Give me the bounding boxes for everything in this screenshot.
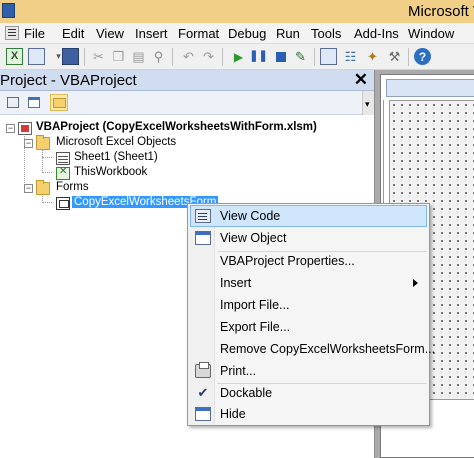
menu-item-label: Export File... bbox=[220, 320, 291, 334]
tree-label: Microsoft Excel Objects bbox=[56, 136, 177, 148]
tree-connector bbox=[42, 148, 43, 173]
menu-item-dockable[interactable]: ✔ Dockable bbox=[190, 382, 427, 404]
view-object-button[interactable] bbox=[25, 94, 43, 111]
reset-icon[interactable] bbox=[272, 48, 289, 65]
copy-icon[interactable]: ❐ bbox=[110, 48, 127, 65]
menu-item-view-code[interactable]: View Code bbox=[190, 205, 427, 227]
collapse-toggle[interactable]: − bbox=[6, 124, 15, 133]
folder-icon bbox=[36, 180, 50, 195]
hide-icon bbox=[195, 407, 211, 421]
menu-item-vbaproject-properties[interactable]: VBAProject Properties... bbox=[190, 250, 427, 272]
menu-item-label: Import File... bbox=[220, 298, 290, 312]
menu-item-insert[interactable]: Insert bbox=[190, 272, 427, 294]
menu-item-label: VBAProject Properties... bbox=[220, 254, 355, 268]
toggle-folders-button[interactable] bbox=[50, 94, 68, 111]
menu-format[interactable]: Format bbox=[178, 26, 219, 41]
menu-item-import-file[interactable]: Import File... bbox=[190, 294, 427, 316]
menu-debug[interactable]: Debug bbox=[228, 26, 266, 41]
menu-item-print[interactable]: Print... bbox=[190, 360, 427, 382]
break-icon[interactable]: ❚❚ bbox=[249, 48, 267, 65]
title-bar: Microsoft V bbox=[0, 0, 474, 23]
print-icon bbox=[195, 362, 211, 378]
design-mode-icon[interactable]: ✎ bbox=[292, 48, 309, 65]
excel-icon[interactable]: X bbox=[6, 48, 23, 65]
menu-run[interactable]: Run bbox=[276, 26, 300, 41]
menu-item-label: View Object bbox=[220, 231, 287, 245]
cut-icon[interactable]: ✂ bbox=[90, 48, 107, 65]
paste-icon[interactable]: ▤ bbox=[130, 48, 147, 65]
find-icon[interactable]: ⚲ bbox=[150, 48, 167, 65]
view-code-icon bbox=[195, 209, 211, 223]
workbook-icon bbox=[56, 166, 70, 180]
view-code-icon bbox=[7, 97, 19, 108]
tree-label: ThisWorkbook bbox=[74, 166, 148, 178]
run-icon[interactable]: ▶ bbox=[230, 48, 247, 65]
tree-connector bbox=[42, 172, 52, 173]
checkmark-icon: ✔ bbox=[197, 385, 209, 400]
menu-item-label: Print... bbox=[220, 364, 257, 378]
menu-window[interactable]: Window bbox=[408, 26, 454, 41]
save-icon[interactable] bbox=[62, 48, 79, 65]
tree-connector bbox=[42, 202, 52, 203]
menu-item-hide[interactable]: Hide bbox=[190, 403, 427, 425]
vba-project-icon bbox=[18, 122, 32, 135]
menu-item-label: Insert bbox=[220, 276, 252, 290]
tree-connector bbox=[42, 157, 52, 158]
redo-icon[interactable]: ↷ bbox=[200, 48, 217, 65]
worksheet-icon bbox=[56, 152, 70, 165]
submenu-arrow-icon bbox=[413, 279, 418, 287]
menu-file[interactable]: File bbox=[24, 26, 45, 41]
object-browser-icon[interactable]: ✦ bbox=[364, 48, 381, 65]
tree-label: Sheet1 (Sheet1) bbox=[74, 151, 158, 163]
menu-edit[interactable]: Edit bbox=[62, 26, 84, 41]
toolbar-separator bbox=[222, 48, 223, 66]
menu-item-label: Hide bbox=[220, 407, 246, 421]
folder-icon bbox=[53, 98, 66, 108]
userform-title-bar bbox=[386, 79, 474, 97]
toolbox-icon[interactable]: ⚒ bbox=[386, 48, 403, 65]
toolbar-separator bbox=[408, 48, 409, 66]
context-menu: View Code View Object VBAProject Propert… bbox=[187, 203, 435, 426]
collapse-toggle[interactable]: − bbox=[24, 139, 33, 148]
pane-scroll-arrow[interactable] bbox=[362, 91, 374, 115]
menu-item-label: Dockable bbox=[220, 386, 273, 400]
collapse-toggle[interactable]: − bbox=[24, 184, 33, 193]
view-code-button[interactable] bbox=[4, 94, 22, 111]
view-object-icon bbox=[195, 231, 211, 245]
menu-tools[interactable]: Tools bbox=[311, 26, 341, 41]
toolbar-separator bbox=[172, 48, 173, 66]
window-title: Microsoft V bbox=[408, 3, 474, 20]
userform-icon bbox=[56, 197, 70, 210]
menu-bar: File Edit View Insert Format Debug Run T… bbox=[0, 23, 474, 44]
toolbar-separator bbox=[314, 48, 315, 66]
view-object-icon bbox=[28, 97, 40, 108]
insert-userform-icon[interactable] bbox=[28, 48, 45, 65]
help-icon[interactable]: ? bbox=[414, 48, 431, 65]
standard-toolbar: X ▾ ✂ ❐ ▤ ⚲ ↶ ↷ ▶ ❚❚ ✎ ☷ ✦ ⚒ ? bbox=[0, 44, 474, 70]
project-pane-toolbar bbox=[0, 91, 374, 115]
menu-item-remove-form[interactable]: Remove CopyExcelWorksheetsForm... bbox=[190, 338, 435, 360]
close-icon[interactable]: ✕ bbox=[354, 70, 368, 90]
project-pane-title: Project - VBAProject bbox=[0, 72, 137, 89]
menu-item-label: View Code bbox=[220, 209, 281, 223]
menu-view[interactable]: View bbox=[96, 26, 124, 41]
menu-item-export-file[interactable]: Export File... bbox=[190, 316, 427, 338]
menu-item-view-object[interactable]: View Object bbox=[190, 227, 427, 249]
menu-insert[interactable]: Insert bbox=[135, 26, 168, 41]
control-menu-icon[interactable] bbox=[5, 26, 19, 40]
project-explorer-icon[interactable] bbox=[320, 48, 337, 65]
menu-add-ins[interactable]: Add-Ins bbox=[354, 26, 399, 41]
menu-item-label: Remove CopyExcelWorksheetsForm... bbox=[220, 342, 436, 356]
project-pane-title-bar: Project - VBAProject ✕ bbox=[0, 70, 374, 91]
folder-icon bbox=[36, 135, 50, 150]
toolbar-separator bbox=[84, 48, 85, 66]
properties-icon[interactable]: ☷ bbox=[342, 48, 359, 65]
tree-label: Forms bbox=[56, 181, 89, 193]
vba-app-icon[interactable] bbox=[2, 3, 15, 18]
undo-icon[interactable]: ↶ bbox=[180, 48, 197, 65]
tree-label: VBAProject (CopyExcelWorksheetsWithForm.… bbox=[36, 121, 317, 133]
